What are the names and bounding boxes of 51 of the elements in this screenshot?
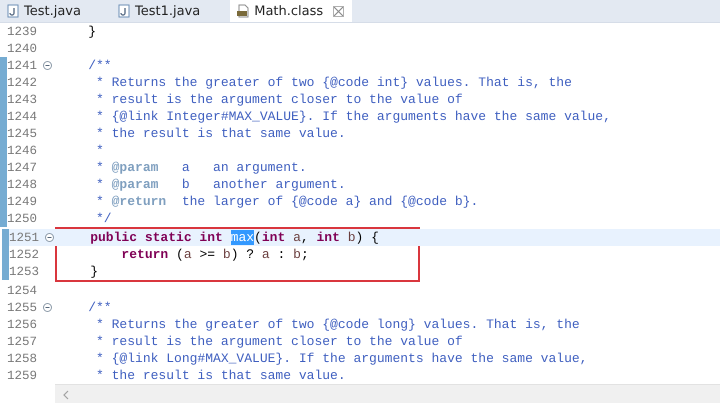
horizontal-scrollbar[interactable]: [55, 384, 720, 403]
code-line: * {@link Integer#MAX_VALUE}. If the arguments have the same value,: [95, 109, 611, 124]
line-number: 1254: [7, 284, 38, 298]
line-number: 1253: [9, 264, 40, 278]
line-number: 1252: [9, 248, 40, 262]
java-file-icon: [116, 4, 131, 18]
code-line: * @return the larger of {@code a} and {@code b}.: [95, 194, 478, 209]
line-number: 1259: [7, 368, 38, 382]
editor-tab[interactable]: Test.java: [0, 0, 97, 22]
editor-tab[interactable]: Math.class: [230, 0, 352, 22]
collapse-icon[interactable]: [45, 233, 54, 242]
code-line: * result is the argument closer to the value of: [95, 92, 463, 107]
line-number: 1244: [7, 110, 38, 124]
line-number: 1255: [7, 300, 38, 314]
code-line: * Returns the greater of two {@code long} values. That is, the: [95, 317, 580, 332]
line-number: 1251: [9, 230, 40, 244]
collapse-icon[interactable]: [43, 61, 52, 70]
line-number: 1249: [7, 194, 38, 208]
line-number: 1243: [7, 92, 38, 106]
code-line: * the result is that same value.: [95, 126, 346, 141]
code-line: /**: [87, 58, 112, 73]
code-line: * result is the argument closer to the value of: [95, 334, 463, 349]
line-number: 1258: [7, 352, 38, 366]
code-line: }: [89, 264, 98, 279]
code-line: */: [95, 211, 112, 226]
line-number: 1257: [7, 334, 38, 348]
code-line: * @param a an argument.: [95, 160, 307, 175]
line-number: 1242: [7, 76, 38, 90]
code-line: * {@link Long#MAX_VALUE}. If the arguments have the same value,: [95, 351, 588, 366]
code-line: return (a >= b) ? a : b;: [120, 247, 309, 262]
collapse-icon[interactable]: [43, 303, 52, 312]
line-number: 1246: [7, 144, 38, 158]
line-number: 1240: [7, 42, 38, 56]
code-line: * the result is that same value.: [95, 368, 346, 383]
line-number: 1256: [7, 318, 38, 332]
code-line: *: [95, 143, 104, 158]
code-line: /**: [87, 300, 112, 315]
code-line: }: [87, 24, 96, 39]
line-number: 1247: [7, 160, 38, 174]
line-number: 1239: [7, 24, 38, 38]
line-number: 1250: [7, 212, 38, 226]
line-number: 1241: [7, 58, 38, 72]
line-number: 1245: [7, 126, 38, 140]
class-file-icon: [236, 4, 250, 18]
code-line: * @param b another argument.: [95, 177, 346, 192]
code-line: * Returns the greater of two {@code int} values. That is, the: [95, 75, 572, 90]
line-number: 1248: [7, 178, 38, 192]
java-file-icon: [6, 4, 20, 18]
close-icon[interactable]: [333, 6, 344, 16]
editor-tab[interactable]: Test1.java: [110, 0, 216, 22]
code-line: public static int max(int a, int b) {: [89, 230, 379, 245]
